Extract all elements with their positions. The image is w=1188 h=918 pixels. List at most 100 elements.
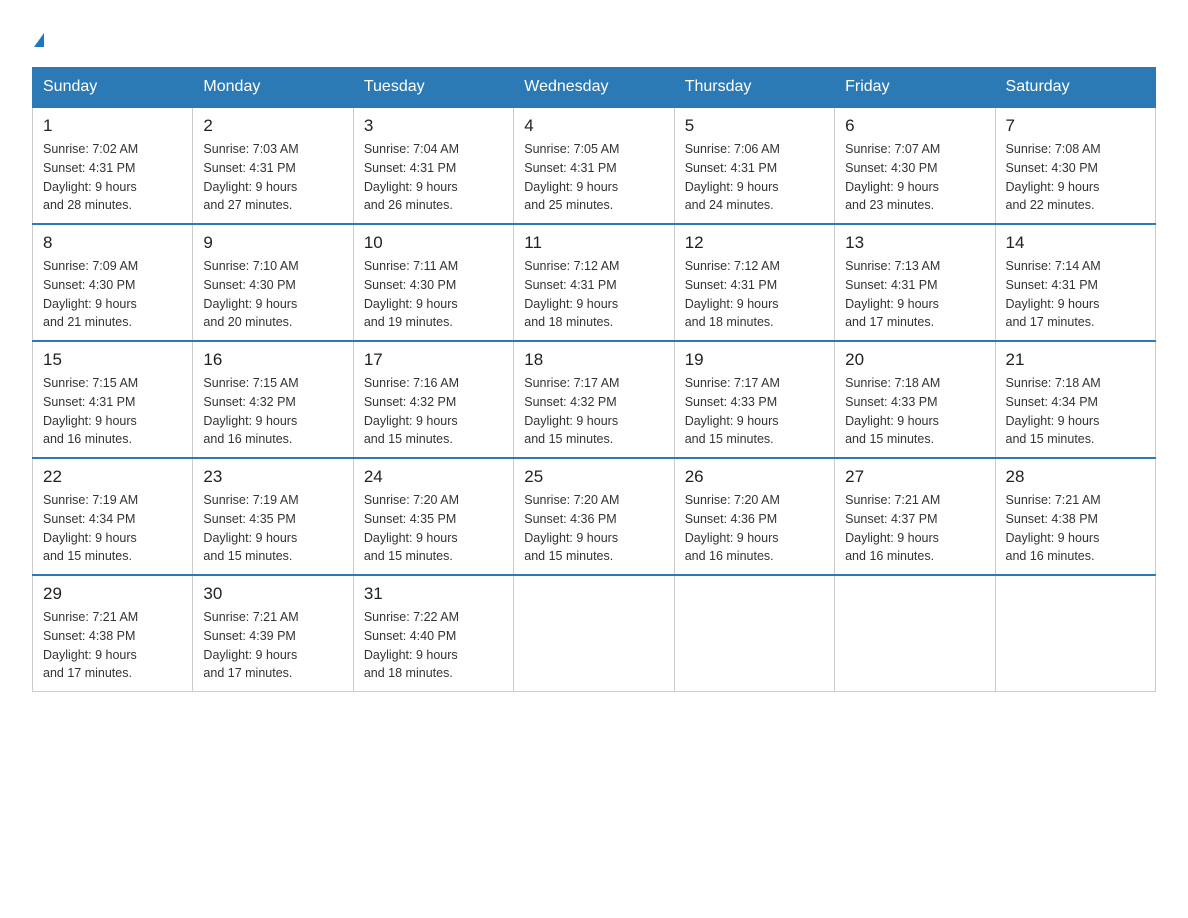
day-detail: Sunrise: 7:18 AMSunset: 4:34 PMDaylight:… — [1006, 374, 1145, 449]
calendar-cell: 11 Sunrise: 7:12 AMSunset: 4:31 PMDayligh… — [514, 224, 674, 341]
day-number: 6 — [845, 116, 984, 136]
calendar-cell: 18 Sunrise: 7:17 AMSunset: 4:32 PMDayligh… — [514, 341, 674, 458]
day-number: 26 — [685, 467, 824, 487]
day-detail: Sunrise: 7:02 AMSunset: 4:31 PMDaylight:… — [43, 140, 182, 215]
day-number: 14 — [1006, 233, 1145, 253]
day-detail: Sunrise: 7:09 AMSunset: 4:30 PMDaylight:… — [43, 257, 182, 332]
calendar-week-row: 22 Sunrise: 7:19 AMSunset: 4:34 PMDayligh… — [33, 458, 1156, 575]
day-detail: Sunrise: 7:15 AMSunset: 4:32 PMDaylight:… — [203, 374, 342, 449]
day-detail: Sunrise: 7:19 AMSunset: 4:34 PMDaylight:… — [43, 491, 182, 566]
day-detail: Sunrise: 7:18 AMSunset: 4:33 PMDaylight:… — [845, 374, 984, 449]
col-header-monday: Monday — [193, 68, 353, 108]
day-detail: Sunrise: 7:21 AMSunset: 4:38 PMDaylight:… — [1006, 491, 1145, 566]
calendar-cell: 19Sunrise: 7:17 AMSunset: 4:33 PMDayligh… — [674, 341, 834, 458]
calendar-cell: 4Sunrise: 7:05 AMSunset: 4:31 PMDaylight… — [514, 107, 674, 224]
calendar-cell: 25 Sunrise: 7:20 AMSunset: 4:36 PMDayligh… — [514, 458, 674, 575]
calendar-table: SundayMondayTuesdayWednesdayThursdayFrid… — [32, 67, 1156, 692]
day-number: 12 — [685, 233, 824, 253]
col-header-sunday: Sunday — [33, 68, 193, 108]
day-detail: Sunrise: 7:22 AMSunset: 4:40 PMDaylight:… — [364, 608, 503, 683]
day-number: 4 — [524, 116, 663, 136]
day-detail: Sunrise: 7:12 AMSunset: 4:31 PMDaylight:… — [685, 257, 824, 332]
calendar-cell: 3 Sunrise: 7:04 AMSunset: 4:31 PMDaylight… — [353, 107, 513, 224]
day-number: 10 — [364, 233, 503, 253]
calendar-cell — [514, 575, 674, 692]
day-detail: Sunrise: 7:21 AMSunset: 4:38 PMDaylight:… — [43, 608, 182, 683]
day-detail: Sunrise: 7:06 AMSunset: 4:31 PMDaylight:… — [685, 140, 824, 215]
day-detail: Sunrise: 7:11 AMSunset: 4:30 PMDaylight:… — [364, 257, 503, 332]
day-number: 30 — [203, 584, 342, 604]
day-detail: Sunrise: 7:17 AMSunset: 4:32 PMDaylight:… — [524, 374, 663, 449]
day-number: 20 — [845, 350, 984, 370]
calendar-cell: 26 Sunrise: 7:20 AMSunset: 4:36 PMDayligh… — [674, 458, 834, 575]
calendar-week-row: 15 Sunrise: 7:15 AMSunset: 4:31 PMDayligh… — [33, 341, 1156, 458]
day-number: 16 — [203, 350, 342, 370]
day-number: 31 — [364, 584, 503, 604]
day-number: 13 — [845, 233, 984, 253]
calendar-cell: 30 Sunrise: 7:21 AMSunset: 4:39 PMDayligh… — [193, 575, 353, 692]
day-detail: Sunrise: 7:10 AMSunset: 4:30 PMDaylight:… — [203, 257, 342, 332]
day-detail: Sunrise: 7:20 AMSunset: 4:35 PMDaylight:… — [364, 491, 503, 566]
calendar-cell: 31 Sunrise: 7:22 AMSunset: 4:40 PMDayligh… — [353, 575, 513, 692]
day-detail: Sunrise: 7:15 AMSunset: 4:31 PMDaylight:… — [43, 374, 182, 449]
day-detail: Sunrise: 7:12 AMSunset: 4:31 PMDaylight:… — [524, 257, 663, 332]
day-number: 22 — [43, 467, 182, 487]
col-header-saturday: Saturday — [995, 68, 1155, 108]
day-detail: Sunrise: 7:08 AMSunset: 4:30 PMDaylight:… — [1006, 140, 1145, 215]
day-detail: Sunrise: 7:14 AMSunset: 4:31 PMDaylight:… — [1006, 257, 1145, 332]
day-number: 29 — [43, 584, 182, 604]
calendar-cell: 12 Sunrise: 7:12 AMSunset: 4:31 PMDayligh… — [674, 224, 834, 341]
calendar-cell: 17Sunrise: 7:16 AMSunset: 4:32 PMDayligh… — [353, 341, 513, 458]
calendar-header-row: SundayMondayTuesdayWednesdayThursdayFrid… — [33, 68, 1156, 108]
col-header-friday: Friday — [835, 68, 995, 108]
calendar-cell: 29 Sunrise: 7:21 AMSunset: 4:38 PMDayligh… — [33, 575, 193, 692]
day-number: 27 — [845, 467, 984, 487]
day-number: 28 — [1006, 467, 1145, 487]
day-number: 7 — [1006, 116, 1145, 136]
day-detail: Sunrise: 7:16 AMSunset: 4:32 PMDaylight:… — [364, 374, 503, 449]
day-number: 25 — [524, 467, 663, 487]
day-number: 1 — [43, 116, 182, 136]
col-header-wednesday: Wednesday — [514, 68, 674, 108]
day-detail: Sunrise: 7:13 AMSunset: 4:31 PMDaylight:… — [845, 257, 984, 332]
logo-general-line — [32, 24, 44, 51]
calendar-cell — [674, 575, 834, 692]
day-number: 9 — [203, 233, 342, 253]
day-number: 23 — [203, 467, 342, 487]
day-detail: Sunrise: 7:04 AMSunset: 4:31 PMDaylight:… — [364, 140, 503, 215]
day-number: 8 — [43, 233, 182, 253]
day-detail: Sunrise: 7:19 AMSunset: 4:35 PMDaylight:… — [203, 491, 342, 566]
calendar-cell: 15 Sunrise: 7:15 AMSunset: 4:31 PMDayligh… — [33, 341, 193, 458]
calendar-cell — [995, 575, 1155, 692]
day-number: 2 — [203, 116, 342, 136]
calendar-cell: 6 Sunrise: 7:07 AMSunset: 4:30 PMDaylight… — [835, 107, 995, 224]
calendar-cell: 24 Sunrise: 7:20 AMSunset: 4:35 PMDayligh… — [353, 458, 513, 575]
calendar-cell: 28 Sunrise: 7:21 AMSunset: 4:38 PMDayligh… — [995, 458, 1155, 575]
day-detail: Sunrise: 7:21 AMSunset: 4:39 PMDaylight:… — [203, 608, 342, 683]
calendar-cell: 13 Sunrise: 7:13 AMSunset: 4:31 PMDayligh… — [835, 224, 995, 341]
calendar-cell: 8 Sunrise: 7:09 AMSunset: 4:30 PMDaylight… — [33, 224, 193, 341]
calendar-cell: 9 Sunrise: 7:10 AMSunset: 4:30 PMDaylight… — [193, 224, 353, 341]
calendar-cell: 16 Sunrise: 7:15 AMSunset: 4:32 PMDayligh… — [193, 341, 353, 458]
day-number: 15 — [43, 350, 182, 370]
calendar-cell: 22 Sunrise: 7:19 AMSunset: 4:34 PMDayligh… — [33, 458, 193, 575]
day-number: 11 — [524, 233, 663, 253]
calendar-week-row: 29 Sunrise: 7:21 AMSunset: 4:38 PMDayligh… — [33, 575, 1156, 692]
calendar-cell: 20 Sunrise: 7:18 AMSunset: 4:33 PMDayligh… — [835, 341, 995, 458]
page-header — [32, 24, 1156, 51]
calendar-cell: 27Sunrise: 7:21 AMSunset: 4:37 PMDayligh… — [835, 458, 995, 575]
calendar-cell: 10 Sunrise: 7:11 AMSunset: 4:30 PMDayligh… — [353, 224, 513, 341]
day-detail: Sunrise: 7:20 AMSunset: 4:36 PMDaylight:… — [685, 491, 824, 566]
day-number: 24 — [364, 467, 503, 487]
day-number: 21 — [1006, 350, 1145, 370]
col-header-thursday: Thursday — [674, 68, 834, 108]
day-detail: Sunrise: 7:07 AMSunset: 4:30 PMDaylight:… — [845, 140, 984, 215]
calendar-cell: 5Sunrise: 7:06 AMSunset: 4:31 PMDaylight… — [674, 107, 834, 224]
day-detail: Sunrise: 7:20 AMSunset: 4:36 PMDaylight:… — [524, 491, 663, 566]
calendar-cell — [835, 575, 995, 692]
day-number: 3 — [364, 116, 503, 136]
day-number: 18 — [524, 350, 663, 370]
calendar-cell: 2Sunrise: 7:03 AMSunset: 4:31 PMDaylight… — [193, 107, 353, 224]
day-detail: Sunrise: 7:17 AMSunset: 4:33 PMDaylight:… — [685, 374, 824, 449]
calendar-cell: 7 Sunrise: 7:08 AMSunset: 4:30 PMDaylight… — [995, 107, 1155, 224]
